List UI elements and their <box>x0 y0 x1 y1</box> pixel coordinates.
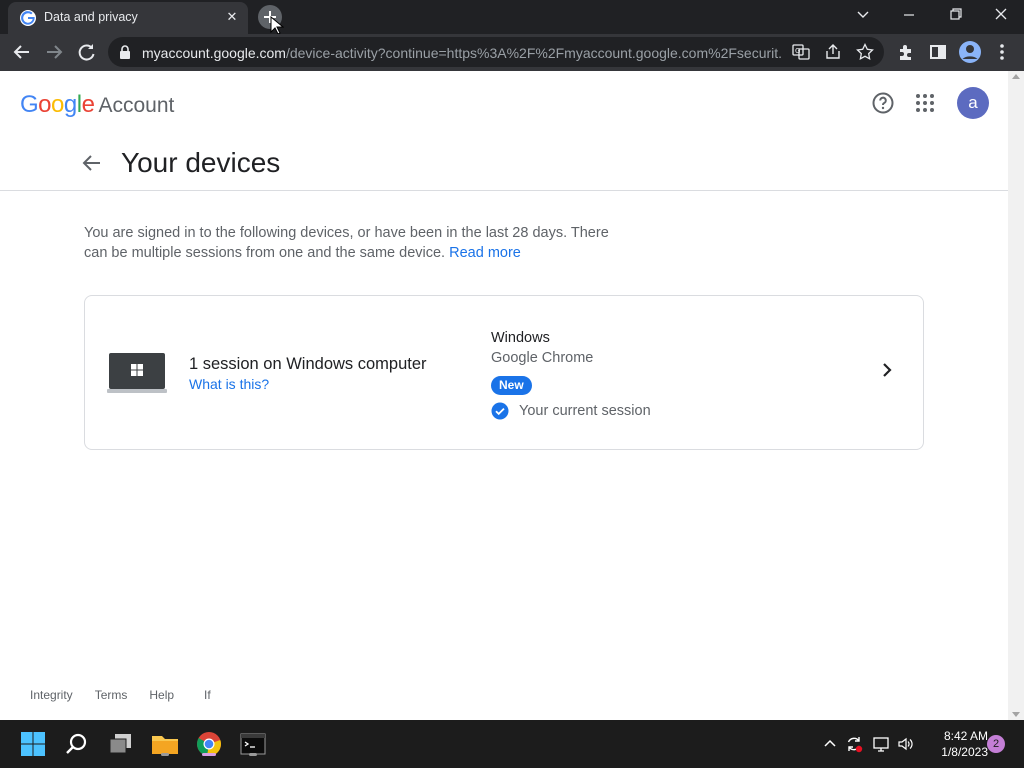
logo-account-text: Account <box>98 94 175 117</box>
windows-computer-icon <box>107 353 167 393</box>
system-clock[interactable]: 8:42 AM 1/8/2023 <box>926 728 988 760</box>
terminal-icon[interactable] <box>237 728 269 760</box>
file-explorer-icon[interactable] <box>149 728 181 760</box>
check-circle-icon <box>491 402 509 420</box>
browser-toolbar: myaccount.google.com/device-activity?con… <box>0 34 1024 71</box>
tab-close-icon[interactable]: ✕ <box>224 9 240 25</box>
lock-icon[interactable] <box>119 45 131 59</box>
network-icon[interactable] <box>872 735 890 753</box>
close-window-button[interactable] <box>979 0 1023 30</box>
search-icon[interactable] <box>61 728 93 760</box>
notification-badge[interactable]: 2 <box>987 735 1005 753</box>
profile-avatar-icon[interactable] <box>956 38 984 66</box>
new-badge: New <box>491 376 532 395</box>
chevron-up-icon[interactable] <box>821 735 839 753</box>
footer-link-terms[interactable]: Terms <box>95 688 128 702</box>
google-favicon-icon <box>20 10 36 26</box>
logo-letter: g <box>63 91 77 118</box>
intro-text: You are signed in to the following devic… <box>84 223 624 263</box>
share-icon[interactable] <box>824 43 842 61</box>
forward-button[interactable] <box>40 38 68 66</box>
clock-date: 1/8/2023 <box>941 745 988 759</box>
scroll-up-icon[interactable] <box>1012 74 1020 79</box>
running-indicator <box>249 753 257 756</box>
chevron-right-icon[interactable] <box>877 360 897 380</box>
read-more-link[interactable]: Read more <box>449 245 521 261</box>
logo-letter: o <box>51 91 64 118</box>
task-view-icon[interactable] <box>105 728 137 760</box>
device-session-card[interactable]: 1 session on Windows computer What is th… <box>84 295 924 450</box>
what-is-this-link[interactable]: What is this? <box>189 376 269 392</box>
account-avatar[interactable]: a <box>957 87 989 119</box>
clock-time: 8:42 AM <box>943 729 988 743</box>
browser-tabstrip: Data and privacy ✕ <box>0 0 1024 35</box>
svg-text:G: G <box>795 47 800 55</box>
tab-search-button[interactable] <box>841 0 885 30</box>
browser-tab[interactable]: Data and privacy ✕ <box>8 2 248 34</box>
google-account-logo[interactable]: Google Account <box>20 91 174 121</box>
side-panel-icon[interactable] <box>924 38 952 66</box>
footer-link-help[interactable]: Help <box>149 688 174 702</box>
page-scrollbar[interactable] <box>1008 71 1024 720</box>
url-path: /device-activity?continue=https%3A%2F%2F… <box>285 45 782 61</box>
footer-link-if[interactable]: If <box>204 688 211 702</box>
extensions-icon[interactable] <box>892 38 920 66</box>
footer-link-integrity[interactable]: Integrity <box>30 688 73 702</box>
current-session-label: Your current session <box>519 403 651 419</box>
page-title: Your devices <box>121 147 281 178</box>
address-bar[interactable]: myaccount.google.com/device-activity?con… <box>108 37 884 67</box>
running-indicator <box>161 753 169 756</box>
logo-letter: o <box>38 91 52 118</box>
sync-icon[interactable] <box>845 735 863 753</box>
translate-icon[interactable]: G <box>792 43 810 61</box>
bookmark-star-icon[interactable] <box>856 42 874 61</box>
url-text[interactable]: myaccount.google.com/device-activity?con… <box>142 45 782 61</box>
windows-start-icon[interactable] <box>17 728 49 760</box>
volume-icon[interactable] <box>897 735 915 753</box>
session-title: 1 session on Windows computer <box>189 355 427 373</box>
apps-grid-icon[interactable] <box>913 91 937 115</box>
chrome-menu-icon[interactable] <box>988 38 1016 66</box>
header-divider <box>0 190 1008 191</box>
tab-title: Data and privacy <box>44 10 138 24</box>
logo-letter: G <box>20 91 39 118</box>
back-button[interactable] <box>8 38 36 66</box>
active-indicator <box>202 753 216 756</box>
mouse-cursor-icon <box>270 16 284 35</box>
intro-body: You are signed in to the following devic… <box>84 225 609 261</box>
device-browser: Google Chrome <box>491 350 594 366</box>
chrome-taskbar-icon[interactable] <box>193 728 225 760</box>
reload-button[interactable] <box>72 38 100 66</box>
minimize-button[interactable] <box>887 0 931 30</box>
logo-letter: e <box>81 91 95 118</box>
windows-taskbar: 8:42 AM 1/8/2023 2 <box>0 720 1024 768</box>
scroll-down-icon[interactable] <box>1012 712 1020 717</box>
page-content: Google Account a Your devices You are sig… <box>0 71 1008 720</box>
help-icon[interactable] <box>871 91 895 115</box>
footer-links: Integrity Terms Help If <box>30 688 233 702</box>
back-arrow-icon[interactable] <box>82 153 102 173</box>
device-os: Windows <box>491 330 550 346</box>
url-host: myaccount.google.com <box>142 45 286 61</box>
google-wordmark: Google <box>20 91 95 118</box>
restore-button[interactable] <box>933 0 977 30</box>
